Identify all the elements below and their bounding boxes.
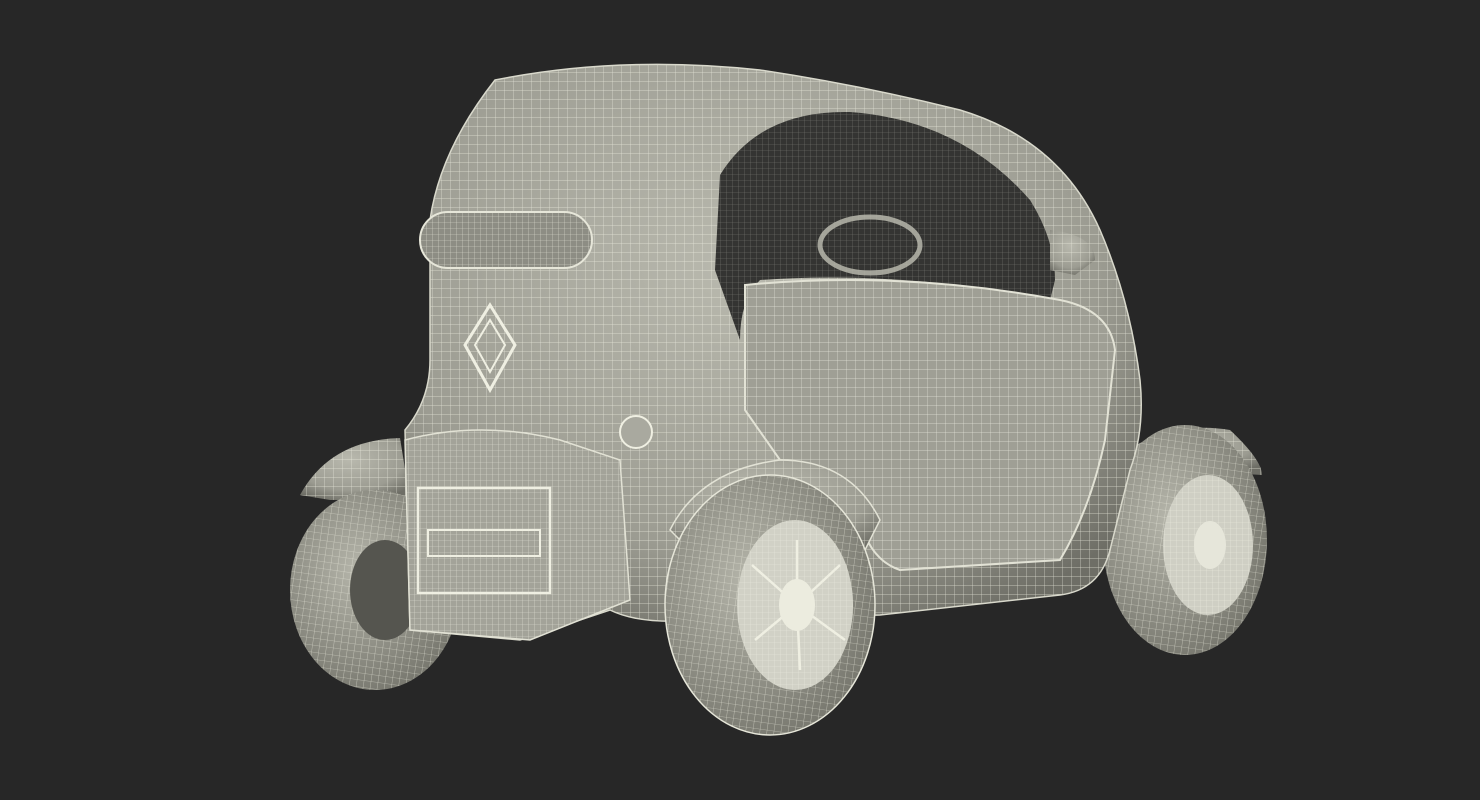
- render-viewport: [0, 0, 1480, 800]
- tail-light: [419, 211, 593, 269]
- front-left-wheel: [664, 459, 881, 736]
- wireframe-car-render: [290, 63, 1267, 736]
